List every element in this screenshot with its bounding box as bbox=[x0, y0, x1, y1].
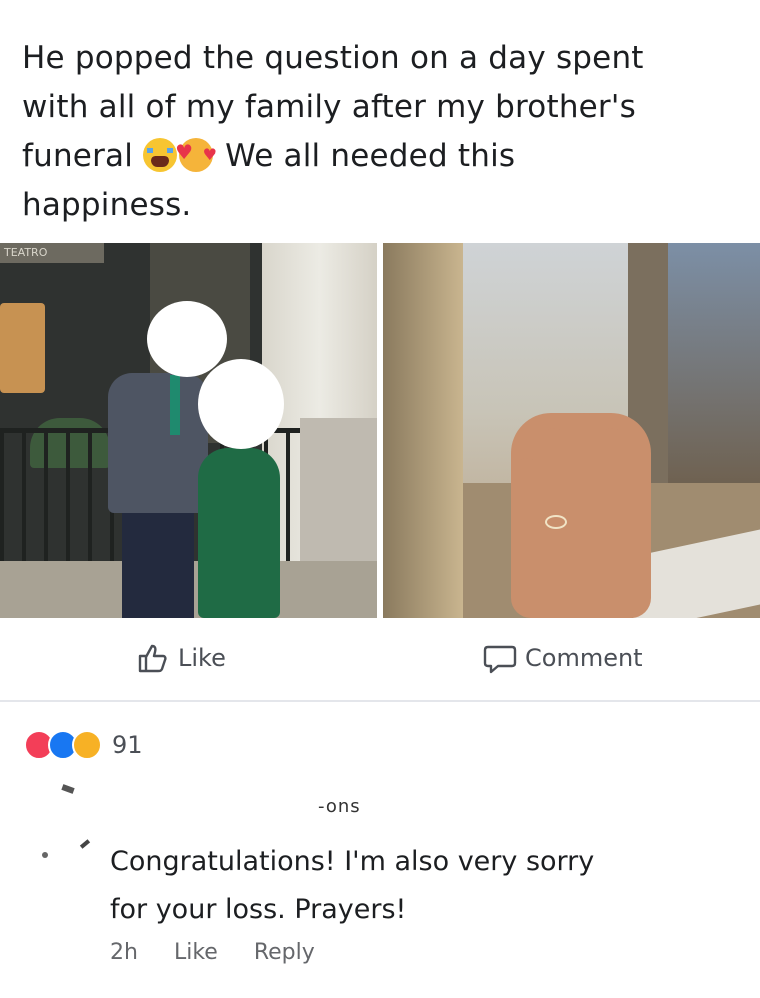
man-suit bbox=[108, 373, 208, 513]
comment-reply-link[interactable]: Reply bbox=[254, 940, 315, 965]
post-text-line: happiness. bbox=[22, 187, 192, 223]
couple-photo[interactable]: TEATRO bbox=[0, 243, 377, 618]
smiling-face-with-hearts-icon bbox=[175, 128, 217, 179]
comment-text-line: Congratulations! I'm also very sorry bbox=[110, 846, 595, 877]
post-text-line: funeral We all needed this bbox=[22, 128, 742, 181]
post-text-fragment: funeral bbox=[22, 138, 134, 174]
like-button[interactable]: Like bbox=[136, 640, 226, 676]
thumbs-up-icon bbox=[136, 641, 170, 675]
skyscraper bbox=[668, 243, 760, 503]
finger bbox=[543, 428, 565, 523]
comment-text-line: for your loss. Prayers! bbox=[110, 894, 407, 925]
green-tie bbox=[170, 375, 180, 435]
man-legs bbox=[122, 508, 194, 618]
care-reaction-icon bbox=[72, 730, 102, 760]
building bbox=[383, 243, 463, 618]
like-label: Like bbox=[178, 644, 226, 672]
faint-mark bbox=[61, 784, 75, 794]
ring-photo[interactable] bbox=[383, 243, 760, 618]
lamp bbox=[0, 303, 45, 393]
reaction-count: 91 bbox=[112, 731, 143, 759]
post-text-fragment: We all needed this bbox=[225, 138, 516, 174]
commenter-name[interactable]: -ons bbox=[318, 796, 361, 817]
comment-bullet bbox=[42, 852, 48, 858]
engagement-ring bbox=[545, 515, 567, 529]
comment-timestamp[interactable]: 2h bbox=[110, 940, 138, 965]
reaction-summary[interactable]: 91 bbox=[24, 730, 143, 760]
comment-button[interactable]: Comment bbox=[483, 640, 643, 676]
comment-text: Congratulations! I'm also very sorry for… bbox=[110, 838, 730, 934]
comment-label: Comment bbox=[525, 644, 643, 672]
finger bbox=[516, 458, 538, 528]
post-text-line: with all of my family after my brother's bbox=[22, 89, 636, 125]
theater-sign: TEATRO bbox=[0, 243, 104, 263]
finger bbox=[573, 413, 595, 518]
post-actions: Like Comment bbox=[0, 618, 760, 702]
green-dress bbox=[198, 448, 280, 618]
post-text-line: He popped the question on a day spent bbox=[22, 40, 644, 76]
speech-bubble-icon bbox=[483, 641, 517, 675]
comment-like-link[interactable]: Like bbox=[174, 940, 218, 965]
comment-meta: 2h Like Reply bbox=[110, 940, 315, 965]
finger bbox=[601, 428, 623, 523]
blurred-face bbox=[147, 301, 227, 377]
post-text: He popped the question on a day spent wi… bbox=[22, 34, 742, 230]
blurred-face bbox=[198, 359, 284, 449]
crying-face-icon bbox=[143, 138, 178, 172]
faint-mark bbox=[79, 839, 91, 849]
photo-gallery: TEATRO bbox=[0, 243, 760, 618]
